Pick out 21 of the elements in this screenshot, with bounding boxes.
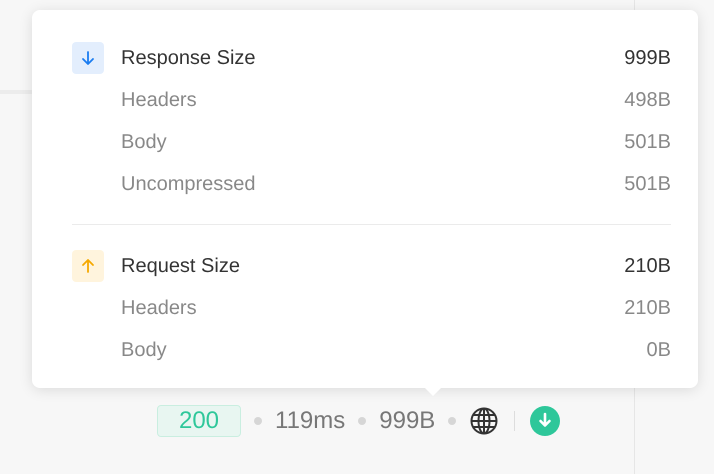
globe-icon[interactable] [469, 406, 500, 436]
response-size[interactable]: 999B [379, 407, 436, 435]
separator-dot [254, 417, 262, 425]
size-label: Body [121, 130, 168, 154]
size-value: 999B [624, 46, 671, 70]
size-value: 501B [624, 130, 671, 154]
size-label: Headers [121, 296, 198, 320]
size-label: Headers [121, 88, 198, 112]
size-value: 501B [624, 172, 671, 196]
size-label: Uncompressed [121, 172, 257, 196]
size-value: 210B [624, 296, 671, 320]
separator-dot [358, 417, 366, 425]
section-title: Request Size [121, 254, 241, 278]
separator-dot [448, 417, 456, 425]
size-label: Body [121, 338, 168, 362]
size-value: 498B [624, 88, 671, 112]
response-time: 119ms [275, 407, 346, 435]
size-value: 210B [624, 254, 671, 278]
status-code-badge: 200 [157, 405, 241, 437]
section-title: Response Size [121, 46, 257, 70]
size-value: 0B [646, 338, 671, 362]
